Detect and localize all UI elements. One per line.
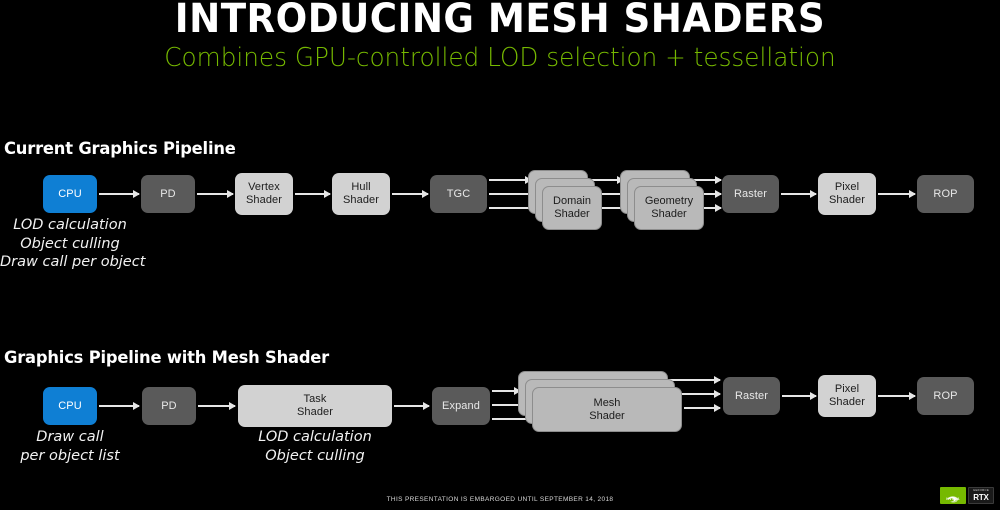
node-mesh-shader-stack[interactable]: Mesh Shader xyxy=(518,371,682,433)
section-heading-current-pipeline: Current Graphics Pipeline xyxy=(4,139,236,159)
node-label-line1: Domain xyxy=(553,195,591,207)
page-title: INTRODUCING MESH SHADERS xyxy=(174,0,826,42)
annotation-line-1: LOD calculation xyxy=(13,217,127,233)
node-label-line1: Mesh xyxy=(593,396,621,409)
node-label-line2: Shader xyxy=(828,194,866,206)
node-label: ROP xyxy=(933,187,958,200)
arrow-pd-to-task xyxy=(198,402,236,410)
node-raster-mesh[interactable]: Raster xyxy=(723,377,780,415)
arrow-hull-to-tgc xyxy=(392,190,429,198)
node-task-shader[interactable]: Task Shader xyxy=(238,385,392,427)
embargo-notice: THIS PRESENTATION IS EMBARGOED UNTIL SEP… xyxy=(386,496,614,503)
arrow-cpu-to-pd xyxy=(99,190,140,198)
node-rop-mesh[interactable]: ROP xyxy=(917,377,974,415)
arrow-raster-to-pixel-current xyxy=(781,190,817,198)
node-pixel-shader-current[interactable]: Pixel Shader xyxy=(818,173,876,215)
annotation-line-1: LOD calculation xyxy=(258,429,372,445)
node-label-line1: Pixel xyxy=(834,383,860,395)
node-cpu-current[interactable]: CPU xyxy=(43,175,97,213)
node-label-line2: Shader xyxy=(342,194,380,206)
node-label-line1: Task xyxy=(303,393,327,405)
node-expand[interactable]: Expand xyxy=(432,387,490,425)
arrow-pd-to-vertex xyxy=(197,190,234,198)
nvidia-logo: NVIDIA xyxy=(940,487,966,504)
arrow-mesh-to-raster-3 xyxy=(684,404,721,412)
node-label-line2: Shader xyxy=(828,396,866,408)
node-vertex-shader[interactable]: Vertex Shader xyxy=(235,173,293,215)
arrow-raster-to-pixel-mesh xyxy=(782,392,817,400)
node-pd-mesh[interactable]: PD xyxy=(142,387,196,425)
node-label: Raster xyxy=(734,187,767,200)
arrow-task-to-expand xyxy=(394,402,430,410)
annotation-line-3: Draw call per object xyxy=(0,254,146,270)
arrow-mesh-to-raster-2 xyxy=(676,390,721,398)
node-geometry-shader[interactable]: Geometry Shader xyxy=(634,186,704,230)
node-label: PD xyxy=(161,399,177,412)
branding-logos: NVIDIA GEFORCE RTX xyxy=(940,487,994,504)
annotation-line-2: Object culling xyxy=(265,447,365,464)
node-label-line1: Pixel xyxy=(834,181,860,193)
node-label: CPU xyxy=(58,399,82,412)
node-rop-current[interactable]: ROP xyxy=(917,175,974,213)
node-label-line1: Vertex xyxy=(248,181,280,193)
node-mesh-shader[interactable]: Mesh Shader xyxy=(532,387,682,432)
node-label-line1: Geometry xyxy=(644,195,694,207)
geforce-rtx-badge: GEFORCE RTX xyxy=(968,487,994,504)
node-label: Raster xyxy=(735,389,768,402)
node-label: TGC xyxy=(446,187,471,200)
node-label-line2: Shader xyxy=(651,208,687,220)
annotation-cpu-current: LOD calculation Object culling Draw call… xyxy=(0,216,146,272)
node-domain-shader[interactable]: Domain Shader xyxy=(542,186,602,230)
node-label: Expand xyxy=(442,399,480,412)
node-raster-current[interactable]: Raster xyxy=(722,175,779,213)
page-subtitle: Combines GPU-controlled LOD selection + … xyxy=(164,43,836,73)
nvidia-eye-icon xyxy=(947,490,959,503)
node-pixel-shader-mesh[interactable]: Pixel Shader xyxy=(818,375,876,417)
annotation-task-shader: LOD calculation Object culling xyxy=(238,428,392,465)
node-pd-current[interactable]: PD xyxy=(141,175,195,213)
arrow-pixel-to-rop-current xyxy=(878,190,916,198)
node-geometry-shader-stack[interactable]: Geometry Shader xyxy=(620,170,716,234)
arrow-cpu-to-pd-mesh xyxy=(99,402,140,410)
annotation-cpu-mesh: Draw call per object list xyxy=(0,428,140,465)
arrow-pixel-to-rop-mesh xyxy=(878,392,916,400)
node-hull-shader[interactable]: Hull Shader xyxy=(332,173,390,215)
node-label: CPU xyxy=(58,187,82,200)
node-label-line2: Shader xyxy=(589,409,625,422)
node-domain-shader-stack[interactable]: Domain Shader xyxy=(528,170,612,234)
node-label-line1: Hull xyxy=(351,181,371,193)
node-label: ROP xyxy=(933,389,958,402)
slide-canvas: INTRODUCING MESH SHADERS Combines GPU-co… xyxy=(0,0,1000,510)
node-label: PD xyxy=(160,187,176,200)
arrow-expand-to-mesh-1 xyxy=(492,387,521,395)
node-tgc[interactable]: TGC xyxy=(430,175,487,213)
annotation-line-1: Draw call xyxy=(36,429,104,445)
annotation-line-2: per object list xyxy=(20,447,120,464)
annotation-line-2: Object culling xyxy=(20,235,120,252)
arrow-tgc-to-domain-1 xyxy=(489,176,532,184)
arrow-vertex-to-hull xyxy=(295,190,331,198)
node-label-line2: Shader xyxy=(554,208,590,220)
node-label-line2: Shader xyxy=(296,406,334,418)
rtx-label: RTX xyxy=(973,492,989,502)
node-cpu-mesh[interactable]: CPU xyxy=(43,387,97,425)
section-heading-mesh-pipeline: Graphics Pipeline with Mesh Shader xyxy=(4,348,330,368)
node-label-line2: Shader xyxy=(245,194,283,206)
